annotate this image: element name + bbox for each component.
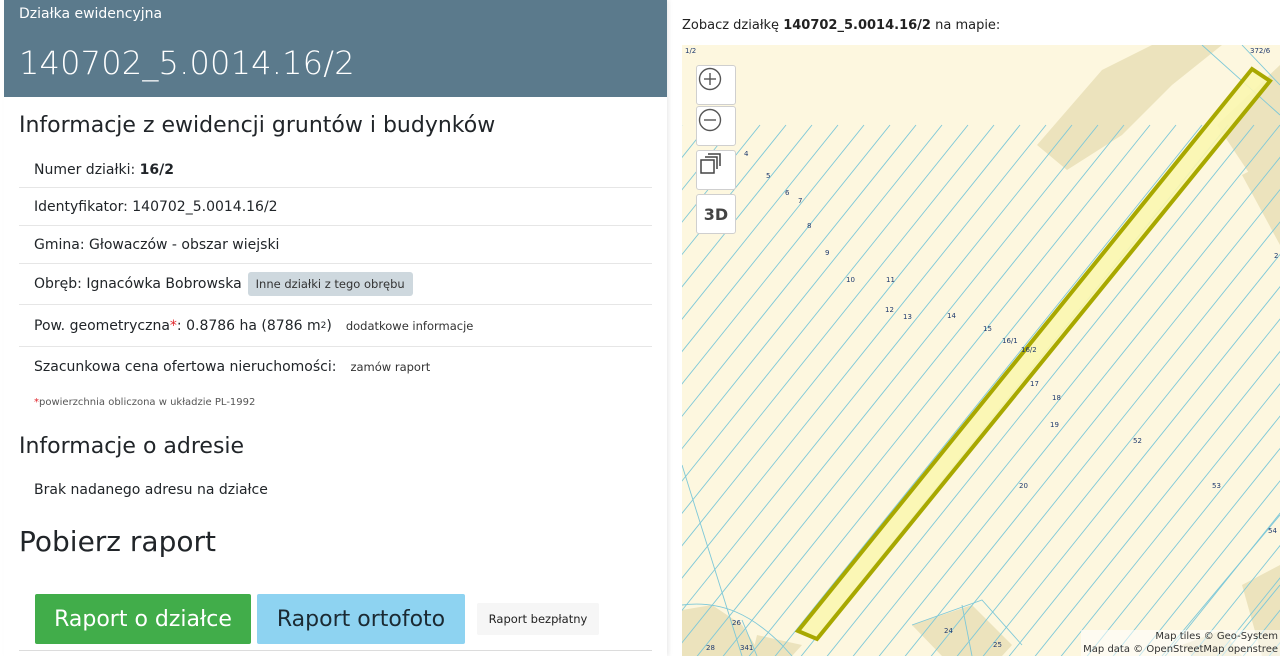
info-row-cena: Szacunkowa cena ofertowa nieruchomości: … bbox=[19, 347, 652, 387]
map-label: 16/2 bbox=[1021, 346, 1037, 354]
map-caption: Zobacz działkę 140702_5.0014.16/2 na map… bbox=[682, 18, 1000, 33]
map-label: 10 bbox=[846, 276, 855, 284]
map-caption-parcel: 140702_5.0014.16/2 bbox=[783, 18, 931, 33]
3d-view-button[interactable]: 3D bbox=[696, 194, 736, 234]
map-attribution: Map tiles © Geo-System Map data © OpenSt… bbox=[1081, 630, 1280, 656]
info-row-pow: Pow. geometryczna *: 0.8786 ha (8786 m 2) … bbox=[19, 305, 652, 347]
map-caption-prefix: Zobacz działkę bbox=[682, 18, 784, 33]
map-label: 52 bbox=[1133, 437, 1142, 445]
note-text: powierzchnia obliczona w układzie PL-199… bbox=[39, 397, 256, 408]
parcel-boundary-line bbox=[904, 188, 1280, 656]
map-label: 53 bbox=[1212, 482, 1221, 490]
map-label: 19 bbox=[1050, 421, 1059, 429]
map-label: 372/6 bbox=[1250, 47, 1271, 55]
divider bbox=[19, 650, 652, 651]
pow-required-star: * bbox=[169, 317, 177, 334]
info-row-obreb: Obręb: Ignacówka Bobrowska Inne działki … bbox=[19, 264, 652, 305]
pow-value: : 0.8786 ha (8786 m bbox=[176, 317, 321, 334]
parcel-boundary-line bbox=[682, 124, 1099, 644]
map-label: 11 bbox=[886, 276, 895, 284]
parcel-info-panel: Działka ewidencyjna 140702_5.0014.16/2 I… bbox=[4, 0, 667, 656]
map-label: 8 bbox=[807, 222, 811, 230]
parcel-boundary-line bbox=[748, 124, 1177, 656]
parcel-boundary-line bbox=[852, 124, 1280, 656]
report-title: Pobierz raport bbox=[19, 525, 216, 558]
numer-label: Numer działki: bbox=[34, 161, 136, 178]
parcel-report-button[interactable]: Raport o działce bbox=[35, 594, 251, 644]
zoom-out-button[interactable] bbox=[696, 106, 736, 146]
map-label: 4 bbox=[744, 150, 749, 158]
map-label: 5 bbox=[766, 172, 770, 180]
pow-value-close: ) bbox=[326, 317, 332, 334]
address-text: Brak nadanego adresu na działce bbox=[34, 482, 268, 498]
info-row-identyfikator: Identyfikator: 140702_5.0014.16/2 bbox=[19, 188, 652, 226]
parcel-map[interactable]: 1/2 372/6 4 5 6 7 8 9 10 11 12 13 14 15 … bbox=[682, 45, 1280, 656]
map-label: 2 bbox=[1274, 252, 1278, 260]
highlighted-parcel[interactable] bbox=[794, 66, 1273, 642]
parcel-boundary-line bbox=[1008, 318, 1280, 656]
cena-label: Szacunkowa cena ofertowa nieruchomości: bbox=[34, 359, 337, 375]
map-label: 25 bbox=[993, 641, 1002, 649]
map-label: 17 bbox=[1030, 380, 1039, 388]
additional-info-button[interactable]: dodatkowe informacje bbox=[338, 314, 482, 338]
map-label: 341 bbox=[740, 644, 753, 652]
page-title: 140702_5.0014.16/2 bbox=[19, 44, 355, 82]
info-row-numer: Numer działki: 16/2 bbox=[19, 152, 652, 188]
egib-title: Informacje z ewidencji gruntów i budynkó… bbox=[19, 113, 496, 138]
map-canvas[interactable]: 1/2 372/6 4 5 6 7 8 9 10 11 12 13 14 15 … bbox=[682, 45, 1280, 656]
attribution-data[interactable]: Map data © OpenStreetMap openstree bbox=[1083, 643, 1278, 656]
map-label: 18 bbox=[1052, 394, 1061, 402]
identyfikator-text: Identyfikator: 140702_5.0014.16/2 bbox=[34, 198, 278, 215]
map-caption-suffix: na mapie: bbox=[930, 18, 1001, 33]
vegetation-areas bbox=[682, 45, 1280, 656]
attribution-tiles: Map tiles © Geo-System bbox=[1155, 631, 1278, 642]
map-label: 13 bbox=[903, 313, 912, 321]
map-label: 9 bbox=[825, 249, 829, 257]
map-label: 20 bbox=[1019, 482, 1028, 490]
free-report-button[interactable]: Raport bezpłatny bbox=[477, 603, 599, 635]
map-label: 54 bbox=[1268, 527, 1277, 535]
map-label: 28 bbox=[706, 644, 715, 652]
map-label: 1/2 bbox=[685, 47, 696, 55]
other-parcels-button[interactable]: Inne działki z tego obrębu bbox=[247, 272, 413, 296]
map-label: 15 bbox=[983, 325, 992, 333]
ortho-report-button[interactable]: Raport ortofoto bbox=[257, 594, 465, 644]
zoom-in-button[interactable] bbox=[696, 65, 736, 105]
numer-value: 16/2 bbox=[139, 161, 174, 178]
parcel-boundary-line bbox=[722, 124, 1151, 656]
area-note: *powierzchnia obliczona w układzie PL-19… bbox=[34, 397, 255, 408]
map-label: 6 bbox=[785, 189, 790, 197]
parcel-boundary-line bbox=[774, 124, 1203, 656]
parcel-header: Działka ewidencyjna 140702_5.0014.16/2 bbox=[4, 0, 667, 97]
parcel-boundary-line bbox=[826, 124, 1255, 656]
plus-circle-icon bbox=[698, 67, 722, 91]
layers-button[interactable] bbox=[696, 150, 736, 190]
address-title: Informacje o adresie bbox=[19, 434, 245, 459]
map-label: 7 bbox=[798, 197, 802, 205]
parcel-boundaries bbox=[682, 45, 1280, 656]
egib-info-list: Numer działki: 16/2 Identyfikator: 14070… bbox=[19, 152, 652, 387]
layers-icon bbox=[700, 153, 721, 174]
order-report-button[interactable]: zamów raport bbox=[342, 355, 438, 379]
parcel-boundary-line bbox=[930, 221, 1280, 656]
map-label: 24 bbox=[944, 627, 953, 635]
minus-circle-icon bbox=[698, 108, 722, 132]
pow-label: Pow. geometryczna bbox=[34, 317, 170, 334]
map-label: 16/1 bbox=[1002, 337, 1018, 345]
section-label: Działka ewidencyjna bbox=[19, 6, 163, 22]
info-row-gmina: Gmina: Głowaczów - obszar wiejski bbox=[19, 226, 652, 264]
obreb-text: Obręb: Ignacówka Bobrowska bbox=[34, 276, 242, 292]
map-label: 14 bbox=[947, 312, 956, 320]
map-label: 26 bbox=[732, 619, 741, 627]
map-label: 12 bbox=[885, 306, 894, 314]
gmina-text: Gmina: Głowaczów - obszar wiejski bbox=[34, 236, 280, 253]
